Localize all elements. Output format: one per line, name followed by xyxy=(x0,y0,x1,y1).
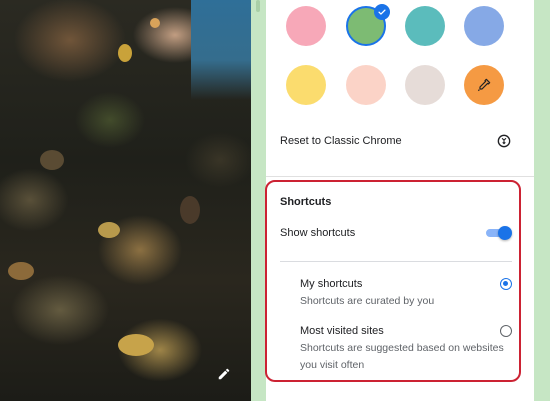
shortcuts-section-title: Shortcuts xyxy=(280,196,332,208)
option-description: Shortcuts are curated by you xyxy=(300,295,435,307)
most-visited-sites-radio[interactable] xyxy=(500,325,512,337)
color-swatch-teal[interactable] xyxy=(405,6,445,46)
section-divider xyxy=(266,176,534,177)
color-swatch-pink[interactable] xyxy=(286,6,326,46)
my-shortcuts-option[interactable]: My shortcuts Shortcuts are curated by yo… xyxy=(300,277,512,310)
option-title: My shortcuts xyxy=(300,278,363,290)
coral-detail xyxy=(180,196,200,224)
color-swatch-gray[interactable] xyxy=(405,65,445,105)
panel-right-gutter xyxy=(534,0,550,401)
show-shortcuts-label: Show shortcuts xyxy=(280,227,356,239)
reset-icon[interactable] xyxy=(496,133,512,149)
reset-classic-chrome-row[interactable]: Reset to Classic Chrome xyxy=(280,128,512,154)
my-shortcuts-radio[interactable] xyxy=(500,278,512,290)
check-icon xyxy=(374,4,390,20)
coral-detail xyxy=(118,44,132,62)
toggle-knob xyxy=(498,226,512,240)
most-visited-sites-option[interactable]: Most visited sites Shortcuts are suggest… xyxy=(300,324,512,374)
customize-panel: Reset to Classic Chrome Shortcuts Show s… xyxy=(266,0,534,401)
coral-detail xyxy=(8,262,34,280)
background-water xyxy=(191,0,251,100)
eyedropper-icon xyxy=(477,78,491,92)
reset-label: Reset to Classic Chrome xyxy=(280,135,402,147)
option-title: Most visited sites xyxy=(300,325,384,337)
show-shortcuts-toggle[interactable] xyxy=(486,226,512,240)
edit-background-button[interactable] xyxy=(214,364,234,384)
coral-detail xyxy=(150,18,160,28)
shortcuts-divider xyxy=(280,261,512,262)
coral-detail xyxy=(40,150,64,170)
option-description: Shortcuts are suggested based on website… xyxy=(300,342,504,371)
show-shortcuts-row[interactable]: Show shortcuts xyxy=(280,222,512,244)
color-swatch-peach[interactable] xyxy=(346,65,386,105)
pencil-icon xyxy=(218,368,230,380)
panel-gutter xyxy=(251,0,266,401)
color-swatch-yellow[interactable] xyxy=(286,65,326,105)
scrollbar-thumb[interactable] xyxy=(256,0,260,12)
coral-detail xyxy=(118,334,154,356)
color-swatch-custom[interactable] xyxy=(464,65,504,105)
background-photo xyxy=(0,0,251,401)
color-swatch-blue[interactable] xyxy=(464,6,504,46)
coral-detail xyxy=(98,222,120,238)
